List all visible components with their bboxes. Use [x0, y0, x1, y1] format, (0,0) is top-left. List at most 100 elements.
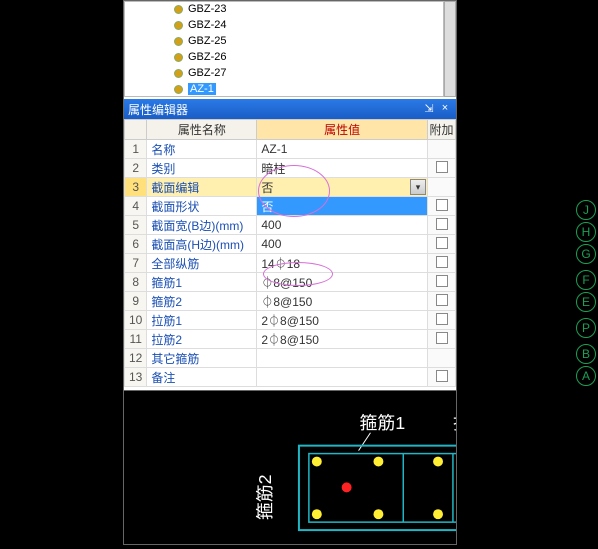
- row-number: 5: [125, 216, 147, 235]
- row-number: 8: [125, 273, 147, 292]
- table-row[interactable]: 7全部纵筋14⏀18: [125, 254, 456, 273]
- side-letter[interactable]: F: [576, 270, 596, 290]
- close-icon[interactable]: ×: [438, 102, 452, 116]
- prop-name: 备注: [147, 368, 257, 387]
- table-row[interactable]: 1名称AZ-1: [125, 140, 456, 159]
- checkbox[interactable]: [436, 313, 448, 325]
- side-letter[interactable]: P: [576, 318, 596, 338]
- prop-addon[interactable]: [428, 140, 456, 159]
- prop-value[interactable]: AZ-1: [257, 140, 428, 159]
- prop-value[interactable]: 否: [257, 197, 428, 216]
- col-addon: 附加: [428, 120, 456, 140]
- col-name: 属性名称: [147, 120, 257, 140]
- side-letter[interactable]: E: [576, 292, 596, 312]
- prop-name: 拉筋1: [147, 311, 257, 330]
- panel-title-text: 属性编辑器: [128, 101, 188, 118]
- col-rownum: [125, 120, 147, 140]
- prop-value[interactable]: 400: [257, 216, 428, 235]
- side-letter[interactable]: H: [576, 222, 596, 242]
- table-row[interactable]: 6截面高(H边)(mm)400: [125, 235, 456, 254]
- prop-addon[interactable]: [428, 159, 456, 178]
- checkbox[interactable]: [436, 256, 448, 268]
- prop-value[interactable]: ⏀8@150: [257, 273, 428, 292]
- table-row[interactable]: 2类别暗柱: [125, 159, 456, 178]
- row-number: 9: [125, 292, 147, 311]
- diag-label-la1: 拉筋1: [453, 413, 456, 433]
- prop-addon[interactable]: [428, 311, 456, 330]
- prop-addon[interactable]: [428, 273, 456, 292]
- prop-addon[interactable]: [428, 178, 456, 197]
- row-number: 2: [125, 159, 147, 178]
- row-number: 6: [125, 235, 147, 254]
- row-number: 4: [125, 197, 147, 216]
- table-row[interactable]: 5截面宽(B边)(mm)400: [125, 216, 456, 235]
- prop-name: 名称: [147, 140, 257, 159]
- prop-value[interactable]: 暗柱: [257, 159, 428, 178]
- prop-addon[interactable]: [428, 330, 456, 349]
- prop-name: 箍筋2: [147, 292, 257, 311]
- row-number: 11: [125, 330, 147, 349]
- prop-value[interactable]: 2⏀8@150: [257, 330, 428, 349]
- side-labels: JHGFEPBA: [576, 200, 596, 386]
- side-letter[interactable]: B: [576, 344, 596, 364]
- dropdown-icon[interactable]: ▾: [410, 179, 426, 195]
- tree-scrollbar[interactable]: [444, 1, 456, 97]
- prop-name: 其它箍筋: [147, 349, 257, 368]
- prop-name: 全部纵筋: [147, 254, 257, 273]
- prop-addon[interactable]: [428, 368, 456, 387]
- diag-label-gu2: 箍筋2: [255, 474, 275, 520]
- prop-value[interactable]: 400: [257, 235, 428, 254]
- prop-name: 截面高(H边)(mm): [147, 235, 257, 254]
- table-row[interactable]: 12其它箍筋: [125, 349, 456, 368]
- prop-addon[interactable]: [428, 254, 456, 273]
- col-value: 属性值: [257, 120, 428, 140]
- prop-name: 截面宽(B边)(mm): [147, 216, 257, 235]
- prop-value[interactable]: 否▾: [257, 178, 428, 197]
- table-row[interactable]: 13备注: [125, 368, 456, 387]
- checkbox[interactable]: [436, 294, 448, 306]
- property-table: 属性名称 属性值 附加 1名称AZ-12类别暗柱3截面编辑否▾4截面形状否5截面…: [124, 119, 456, 387]
- checkbox[interactable]: [436, 161, 448, 173]
- row-number: 13: [125, 368, 147, 387]
- prop-addon[interactable]: [428, 235, 456, 254]
- prop-name: 截面形状: [147, 197, 257, 216]
- prop-value[interactable]: [257, 368, 428, 387]
- row-number: 10: [125, 311, 147, 330]
- row-number: 1: [125, 140, 147, 159]
- table-row[interactable]: 11拉筋22⏀8@150: [125, 330, 456, 349]
- side-letter[interactable]: A: [576, 366, 596, 386]
- checkbox[interactable]: [436, 275, 448, 287]
- checkbox[interactable]: [436, 332, 448, 344]
- prop-name: 箍筋1: [147, 273, 257, 292]
- prop-name: 截面编辑: [147, 178, 257, 197]
- prop-addon[interactable]: [428, 349, 456, 368]
- side-letter[interactable]: G: [576, 244, 596, 264]
- checkbox[interactable]: [436, 218, 448, 230]
- row-number: 12: [125, 349, 147, 368]
- prop-value[interactable]: [257, 349, 428, 368]
- checkbox[interactable]: [436, 199, 448, 211]
- side-letter[interactable]: J: [576, 200, 596, 220]
- prop-addon[interactable]: [428, 216, 456, 235]
- prop-name: 拉筋2: [147, 330, 257, 349]
- row-number: 7: [125, 254, 147, 273]
- checkbox[interactable]: [436, 370, 448, 382]
- checkbox[interactable]: [436, 237, 448, 249]
- property-editor-title: 属性编辑器 ⇲ ×: [124, 99, 456, 119]
- prop-value[interactable]: 2⏀8@150: [257, 311, 428, 330]
- table-row[interactable]: 10拉筋12⏀8@150: [125, 311, 456, 330]
- table-row[interactable]: 8箍筋1⏀8@150: [125, 273, 456, 292]
- section-diagram: 箍筋1 拉筋1 箍筋2 200: [124, 390, 456, 544]
- table-row[interactable]: 4截面形状否: [125, 197, 456, 216]
- prop-value[interactable]: 14⏀18: [257, 254, 428, 273]
- prop-addon[interactable]: [428, 197, 456, 216]
- tree-panel: GBZ-23GBZ-24GBZ-25GBZ-26GBZ-27AZ-1: [124, 1, 456, 99]
- table-row[interactable]: 3截面编辑否▾: [125, 178, 456, 197]
- diag-label-gu1: 箍筋1: [360, 413, 406, 433]
- prop-addon[interactable]: [428, 292, 456, 311]
- row-number: 3: [125, 178, 147, 197]
- table-row[interactable]: 9箍筋2⏀8@150: [125, 292, 456, 311]
- pin-icon[interactable]: ⇲: [422, 102, 436, 116]
- prop-name: 类别: [147, 159, 257, 178]
- prop-value[interactable]: ⏀8@150: [257, 292, 428, 311]
